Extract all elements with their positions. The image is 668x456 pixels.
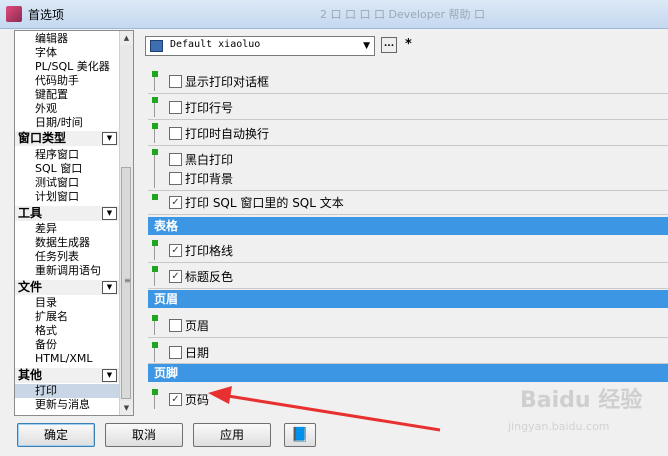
apply-button[interactable]: 应用	[193, 423, 271, 447]
help-button[interactable]: 📘	[284, 423, 316, 447]
annotation-arrow-icon	[208, 386, 441, 432]
arrow-head	[208, 386, 232, 404]
cancel-button[interactable]: 取消	[105, 423, 183, 447]
ok-button[interactable]: 确定	[17, 423, 95, 447]
help-book-icon: 📘	[291, 427, 309, 443]
